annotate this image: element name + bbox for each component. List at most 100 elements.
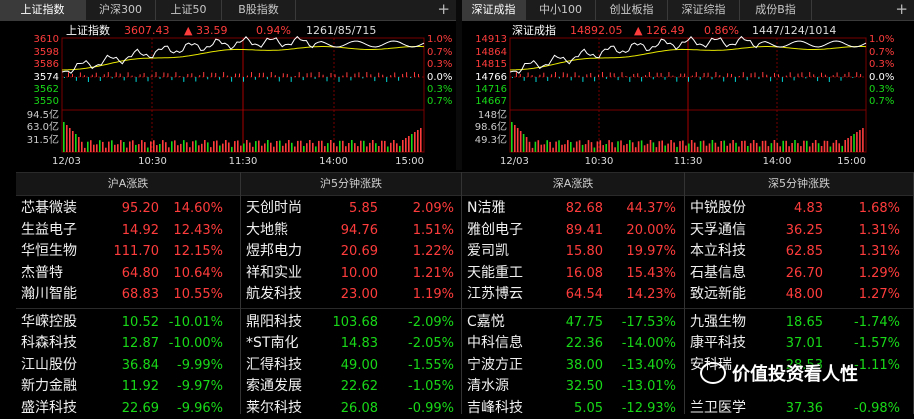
breadth-bar	[543, 72, 545, 77]
breadth-bar	[609, 72, 611, 77]
breadth-bar	[645, 75, 646, 78]
breadth-bar	[318, 72, 320, 78]
table-row[interactable]: 新力金融 11.92 -9.97%	[16, 376, 240, 397]
volume-bar	[153, 140, 155, 152]
table-row[interactable]: 天孚通信 36.25 1.31%	[685, 220, 913, 241]
breadth-bar	[266, 77, 268, 80]
volume-tick-label: 98.6亿	[475, 120, 507, 133]
stock-price: 5.05	[574, 400, 603, 416]
stock-name: 华嵘控股	[21, 313, 77, 330]
breadth-bar	[633, 73, 635, 78]
table-row[interactable]: 煜邦电力 20.69 1.22%	[241, 241, 461, 262]
volume-bar	[66, 125, 68, 152]
volume-bar	[747, 146, 749, 152]
volume-bar	[699, 141, 702, 152]
table-row[interactable]: 天能重工 16.08 15.43%	[462, 263, 684, 284]
table-row[interactable]: 江山股份 36.84 -9.99%	[16, 355, 240, 376]
x-tick-label: 14:00	[763, 156, 792, 167]
table-row[interactable]: 大地熊 94.76 1.51%	[241, 220, 461, 241]
table-row[interactable]: 瀚川智能 68.83 10.55%	[16, 284, 240, 305]
breadth-bar	[358, 72, 360, 77]
stock-change-pct: -1.74%	[854, 314, 900, 330]
index-change: ▲ 126.49	[634, 24, 684, 37]
breadth-bar	[707, 72, 709, 77]
table-row[interactable]: 华恒生物 111.70 12.15%	[16, 241, 240, 262]
table-row[interactable]: 芯碁微装 95.20 14.60%	[16, 198, 240, 219]
breadth-bar	[512, 77, 513, 78]
stock-price: 37.01	[785, 336, 823, 351]
table-row[interactable]: 索通发展 22.62 -1.05%	[241, 376, 461, 397]
table-row[interactable]: 杰普特 64.80 10.64%	[16, 263, 240, 284]
volume-bar	[617, 141, 619, 152]
volume-bar	[189, 147, 191, 152]
volume-bar	[120, 140, 122, 152]
volume-bar	[372, 140, 374, 152]
volume-bar	[811, 142, 814, 152]
table-header[interactable]: 深5分钟涨跌	[685, 172, 913, 196]
table-row[interactable]: 江苏博云 64.54 14.23%	[462, 284, 684, 305]
breadth-bar	[711, 77, 713, 80]
table-row[interactable]: 生益电子 14.92 12.43%	[16, 220, 240, 241]
stock-price: 103.68	[332, 314, 379, 330]
table-row[interactable]: N洁雅 82.68 44.37%	[462, 198, 684, 219]
table-row[interactable]: 汇得科技 49.00 -1.55%	[241, 355, 461, 376]
table-row[interactable]: 雅创电子 89.41 20.00%	[462, 220, 684, 241]
table-row[interactable]: 康平科技 37.01 -1.57%	[685, 333, 913, 354]
table-row[interactable]: 本立科技 62.85 1.31%	[685, 241, 913, 262]
table-row[interactable]: 致远新能 48.00 1.27%	[685, 284, 913, 305]
x-tick-label: 12/03	[500, 156, 529, 167]
volume-bar	[596, 141, 599, 152]
volume-bar	[111, 140, 113, 152]
breadth-bar	[656, 72, 658, 77]
breadth-bar	[668, 72, 670, 77]
breadth-bar	[594, 77, 596, 82]
table-row[interactable]: 莱尔科技 26.08 -0.99%	[241, 398, 461, 419]
volume-bar	[558, 140, 560, 152]
table-row[interactable]: 鼎阳科技 103.68 -2.09%	[241, 312, 461, 333]
volume-bar	[348, 143, 350, 152]
table-row[interactable]: *ST南化 14.83 -2.05%	[241, 333, 461, 354]
table-row[interactable]: 宁波方正 38.00 -13.40%	[462, 355, 684, 376]
stock-name: 杰普特	[21, 264, 63, 281]
table-row[interactable]: 九强生物 18.65 -1.74%	[685, 312, 913, 333]
table-row[interactable]: 清水源 32.50 -13.01%	[462, 376, 684, 397]
volume-bar	[776, 143, 779, 152]
volume-bar	[832, 142, 835, 152]
breadth-bar	[135, 77, 137, 82]
volume-bar	[249, 142, 251, 152]
table-row[interactable]: 石基信息 26.70 1.29%	[685, 263, 913, 284]
table-row[interactable]: 中科信息 22.36 -14.00%	[462, 333, 684, 354]
breadth-bar	[418, 73, 419, 78]
table-row[interactable]: 吉峰科技 5.05 -12.93%	[462, 398, 684, 419]
stock-price: 26.08	[340, 400, 378, 416]
table-row[interactable]: 盛洋科技 22.69 -9.96%	[16, 398, 240, 419]
volume-bar	[658, 141, 661, 152]
table-row[interactable]: 祥和实业 10.00 1.21%	[241, 263, 461, 284]
table-row[interactable]: 爱司凯 15.80 19.97%	[462, 241, 684, 262]
breadth-bar	[83, 75, 85, 78]
table-header[interactable]: 沪5分钟涨跌	[241, 172, 461, 196]
table-row[interactable]: 天创时尚 5.85 2.09%	[241, 198, 461, 219]
table-row[interactable]: 华嵘控股 10.52 -10.01%	[16, 312, 240, 333]
volume-bar	[578, 140, 581, 152]
table-row[interactable]: 中锐股份 4.83 1.68%	[685, 198, 913, 219]
breadth-bar	[123, 77, 125, 81]
volume-bar	[390, 142, 392, 152]
table-header[interactable]: 沪A涨跌	[16, 172, 240, 196]
table-row[interactable]: 科森科技 12.87 -10.00%	[16, 333, 240, 354]
volume-bar	[165, 142, 167, 152]
volume-bar	[519, 131, 522, 152]
breadth-bar	[382, 74, 384, 78]
table-row[interactable]: 航发科技 23.00 1.19%	[241, 284, 461, 305]
table-row[interactable]: C嘉悦 47.75 -17.53%	[462, 312, 684, 333]
table-row[interactable]: 兰卫医学 37.36 -0.98%	[685, 398, 913, 419]
volume-bar	[414, 132, 416, 152]
breadth-counts: 1261/85/715	[306, 24, 376, 37]
volume-bar	[168, 147, 170, 152]
breadth-bar	[801, 72, 803, 77]
x-tick-label: 10:30	[138, 156, 167, 167]
table-header[interactable]: 深A涨跌	[462, 172, 684, 196]
breadth-bar	[746, 77, 748, 81]
movers-table-1: 沪5分钟涨跌 天创时尚 5.85 2.09% 大地熊 94.76 1.51% 煜邦电力 20.6…	[241, 172, 462, 416]
stock-name: 九强生物	[690, 313, 746, 330]
